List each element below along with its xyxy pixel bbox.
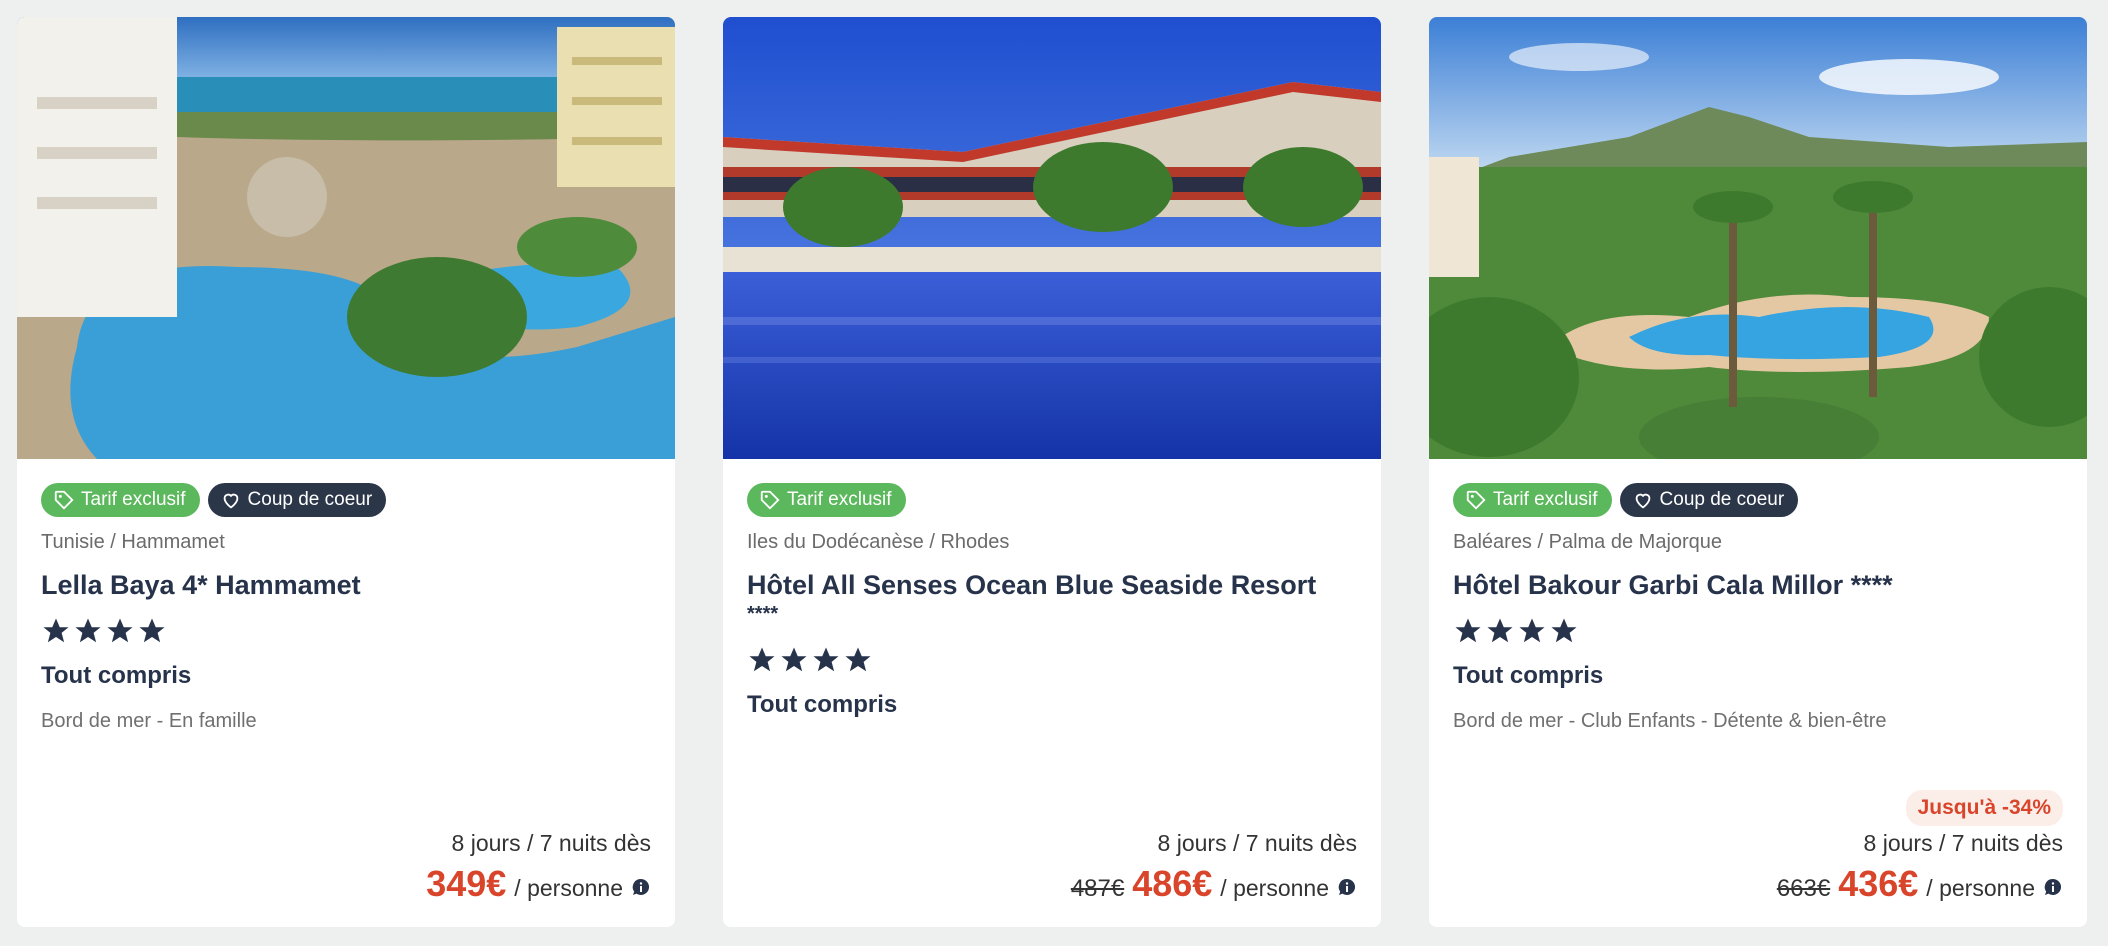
hotel-title[interactable]: Hôtel Bakour Garbi Cala Millor **** <box>1453 572 2063 599</box>
heart-icon <box>220 489 242 511</box>
star-icon <box>41 616 71 646</box>
info-icon[interactable] <box>2043 878 2063 898</box>
hotel-title[interactable]: Hôtel All Senses Ocean Blue Seaside Reso… <box>747 572 1357 627</box>
star-rating <box>1453 616 2063 646</box>
stay-duration: 8 jours / 7 nuits dès <box>451 830 651 856</box>
price: 349€ <box>426 863 507 904</box>
board-type: Tout compris <box>747 691 898 718</box>
heart-icon <box>1632 489 1654 511</box>
discount-badge: Jusqu'à -34% <box>1905 790 2063 826</box>
star-icon <box>137 616 167 646</box>
exclusive-badge: Tarif exclusif <box>747 483 906 517</box>
board-type: Tout compris <box>41 662 192 689</box>
price-block: 8 jours / 7 nuits dès 487€ 486€ / person… <box>1071 830 1357 905</box>
price-block: 8 jours / 7 nuits dès 349€ / personne <box>426 830 651 905</box>
per-person-label: / personne <box>1926 875 2035 901</box>
per-person-label: / personne <box>1220 875 1329 901</box>
star-icon <box>1485 616 1515 646</box>
tag-icon <box>53 489 75 511</box>
star-icon <box>1517 616 1547 646</box>
star-icon <box>105 616 135 646</box>
price: 436€ <box>1838 863 1919 904</box>
star-rating <box>747 645 1357 675</box>
star-icon <box>1549 616 1579 646</box>
star-icon <box>747 645 777 675</box>
board-type: Tout compris <box>1453 662 1604 689</box>
offers-grid: Tarif exclusif Coup de coeur Tunisie / H… <box>17 17 2087 927</box>
old-price: 663€ <box>1776 875 1831 902</box>
hotel-location: Baléares / Palma de Majorque <box>1453 531 1723 553</box>
per-person-label: / personne <box>514 875 623 901</box>
hotel-location: Iles du Dodécanèse / Rhodes <box>747 531 1010 553</box>
hotel-location: Tunisie / Hammamet <box>41 531 225 553</box>
star-icon <box>843 645 873 675</box>
offer-card[interactable]: Tarif exclusif Iles du Dodécanèse / Rhod… <box>723 17 1381 927</box>
exclusive-badge: Tarif exclusif <box>41 483 200 517</box>
stay-duration: 8 jours / 7 nuits dès <box>1863 830 2063 856</box>
tag-icon <box>1465 489 1487 511</box>
exclusive-badge: Tarif exclusif <box>1453 483 1612 517</box>
tag-icon <box>759 489 781 511</box>
star-icon <box>779 645 809 675</box>
price: 486€ <box>1132 863 1213 904</box>
hotel-tags: Bord de mer - Club Enfants - Détente & b… <box>1453 710 1887 732</box>
star-icon <box>1453 616 1483 646</box>
info-icon[interactable] <box>631 878 651 898</box>
hotel-photo[interactable] <box>723 17 1381 459</box>
hotel-tags: Bord de mer - En famille <box>41 710 257 732</box>
price-block: Jusqu'à -34% 8 jours / 7 nuits dès 663€ … <box>1777 790 2063 905</box>
offer-card[interactable]: Tarif exclusif Coup de coeur Baléares / … <box>1429 17 2087 927</box>
hotel-photo[interactable] <box>17 17 675 459</box>
star-icon <box>73 616 103 646</box>
old-price: 487€ <box>1070 875 1125 902</box>
stay-duration: 8 jours / 7 nuits dès <box>1157 830 1357 856</box>
info-icon[interactable] <box>1337 878 1357 898</box>
hotel-title-stars: **** <box>747 603 779 625</box>
favorite-badge: Coup de coeur <box>207 483 387 517</box>
hotel-photo[interactable] <box>1429 17 2087 459</box>
star-rating <box>41 616 651 646</box>
star-icon <box>811 645 841 675</box>
favorite-badge: Coup de coeur <box>1619 483 1799 517</box>
offer-card[interactable]: Tarif exclusif Coup de coeur Tunisie / H… <box>17 17 675 927</box>
hotel-title[interactable]: Lella Baya 4* Hammamet <box>41 572 651 599</box>
